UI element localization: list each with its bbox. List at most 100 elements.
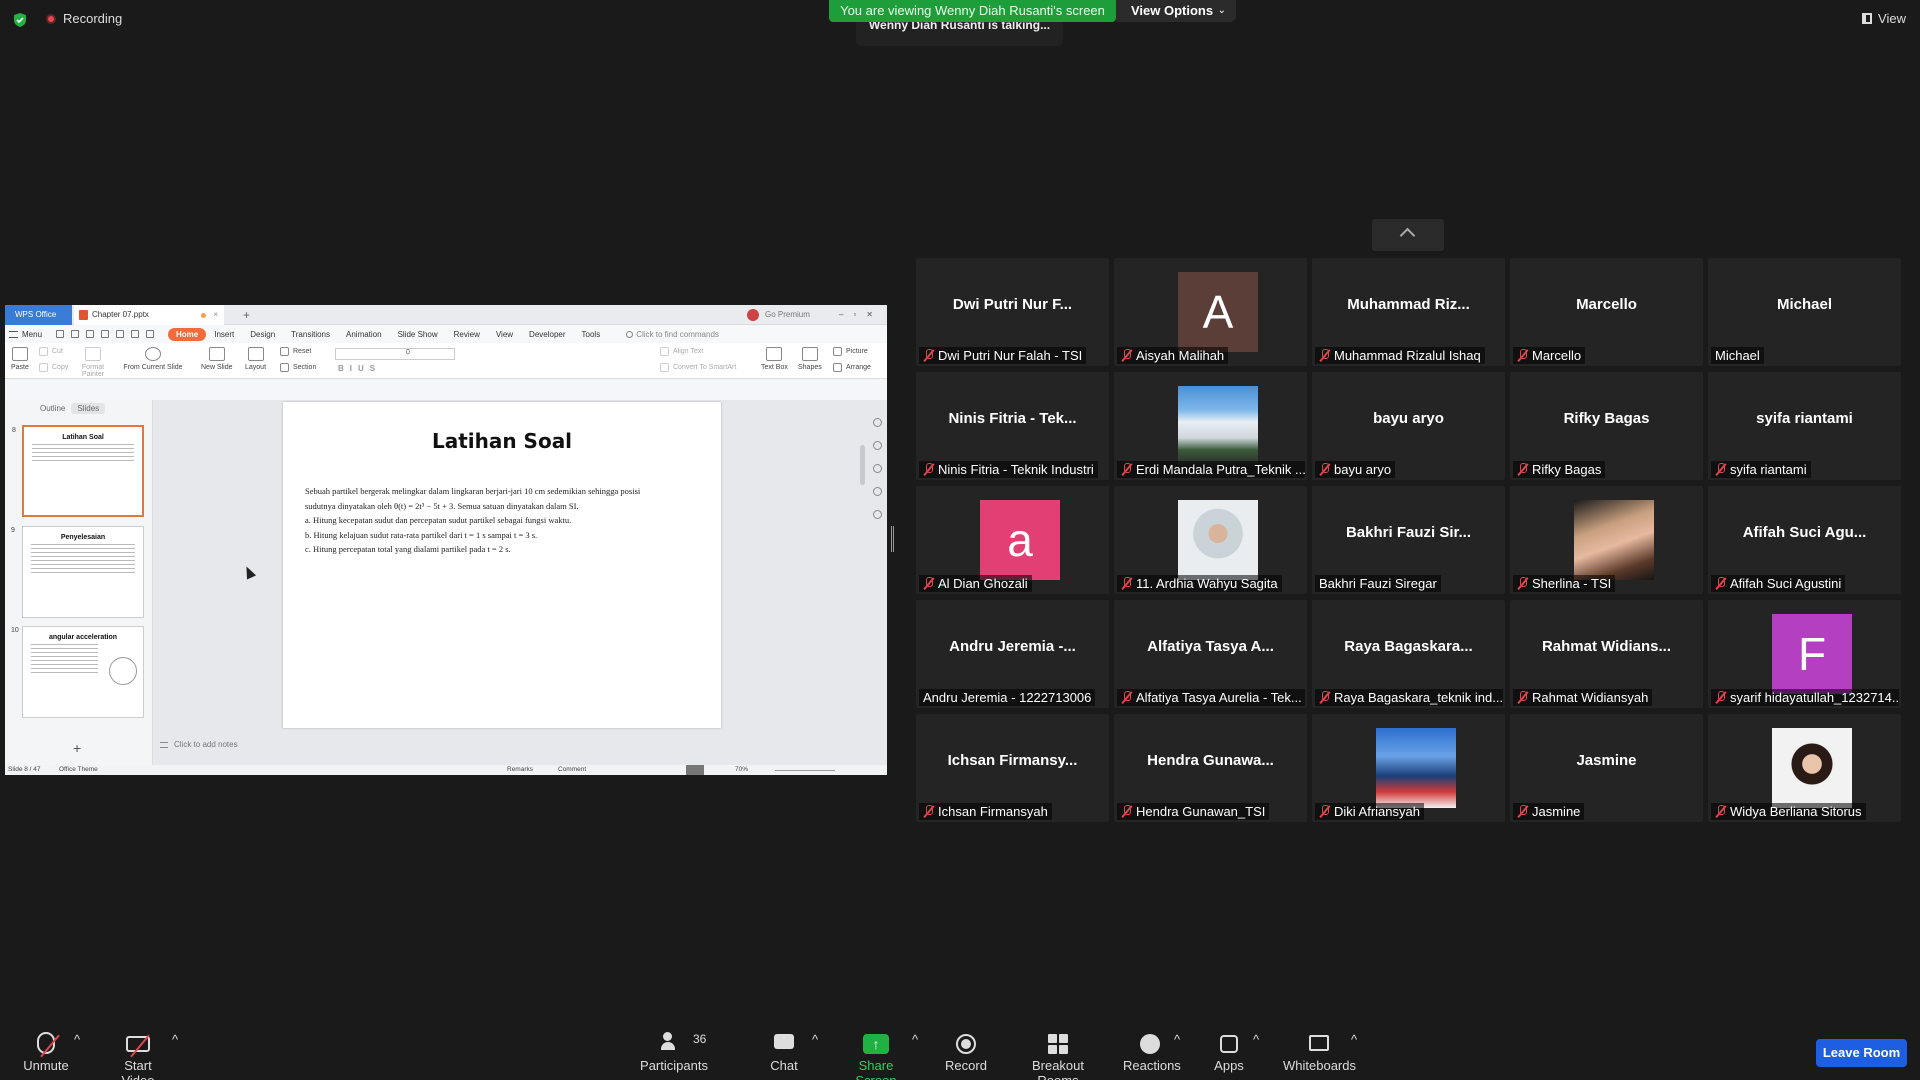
whiteboards-caret-icon[interactable]: ^ [1351,1032,1357,1047]
leave-room-button[interactable]: Leave Room [1816,1039,1907,1067]
tab-transitions[interactable]: Transitions [283,328,338,341]
reactions-caret-icon[interactable]: ^ [1174,1032,1180,1047]
apps-button[interactable]: Apps [1213,1032,1245,1073]
strikethrough-button[interactable]: S [370,364,375,373]
transition-icon[interactable] [872,464,882,473]
cut-button[interactable]: Cut [39,347,63,356]
participant-tile[interactable]: a Al Dian Ghozali [916,486,1109,594]
participant-tile[interactable]: syifa riantami syifa riantami [1708,372,1901,480]
font-size-input[interactable]: 0 [335,348,455,360]
new-slide-button[interactable]: New Slide [201,347,233,371]
go-premium-button[interactable]: Go Premium [765,305,810,325]
bold-button[interactable]: B [338,364,344,373]
slide-thumbnail[interactable]: 10 angular acceleration [11,626,144,718]
user-avatar[interactable] [747,309,759,321]
participant-tile[interactable]: A Aisyah Malihah [1114,258,1307,366]
participant-tile[interactable]: bayu aryo bayu aryo [1312,372,1505,480]
new-tab-button[interactable]: + [243,305,250,325]
participant-tile[interactable]: Ninis Fitria - Tek... Ninis Fitria - Tekn… [916,372,1109,480]
shared-screen[interactable]: WPS Office Chapter 07.pptx × + Go Premiu… [5,305,887,775]
document-tab[interactable]: Chapter 07.pptx × [74,305,224,325]
slide-thumbnail[interactable]: 9 Penyelesaian [11,526,144,618]
close-tab-icon[interactable]: × [213,305,218,325]
participant-tile[interactable]: Jasmine Jasmine [1510,714,1703,822]
reset-button[interactable]: Reset [280,347,311,356]
zoom-slider[interactable] [775,770,835,771]
redo-icon[interactable] [146,330,155,338]
reactions-button[interactable]: Reactions [1123,1032,1181,1073]
slide-thumbnail[interactable]: 8 Latihan Soal [12,425,144,517]
tab-slide-show[interactable]: Slide Show [390,328,446,341]
notes-area[interactable]: Click to add notes [160,740,238,749]
tab-view[interactable]: View [488,328,521,341]
window-controls[interactable]: –▫✕ [839,305,883,325]
tab-animation[interactable]: Animation [338,328,390,341]
participant-tile[interactable]: Rahmat Widians... Rahmat Widiansyah [1510,600,1703,708]
share-screen-button[interactable]: ↑ Share Screen [840,1032,912,1080]
participant-tile[interactable]: Erdi Mandala Putra_Teknik ... [1114,372,1307,480]
slideshow-play-icon[interactable] [686,765,704,775]
find-commands-search[interactable]: Click to find commands [626,330,719,339]
chat-options-caret-icon[interactable]: ^ [812,1032,818,1047]
record-button[interactable]: Record [944,1032,988,1073]
comment-button[interactable]: Comment [558,765,586,775]
split-view-divider[interactable] [891,526,894,552]
section-button[interactable]: Section [280,363,316,372]
align-text-button[interactable]: Align Text [660,347,703,356]
participant-tile[interactable]: Hendra Gunawa... Hendra Gunawan_TSI [1114,714,1307,822]
participant-tile[interactable]: Muhammad Riz... Muhammad Rizalul Ishaq [1312,258,1505,366]
print-icon[interactable] [101,330,110,338]
layout-button[interactable]: Layout [245,347,266,371]
participant-tile[interactable]: Marcello Marcello [1510,258,1703,366]
wps-office-tab[interactable]: WPS Office [5,305,72,325]
recording-indicator[interactable]: Recording [46,11,122,26]
tab-slides[interactable]: Slides [71,402,106,414]
participant-tile[interactable]: Rifky Bagas Rifky Bagas [1510,372,1703,480]
zoom-level[interactable]: 70% [735,765,748,775]
share-options-caret-icon[interactable]: ^ [912,1032,918,1047]
view-options-button[interactable]: View Options ⌄ [1116,0,1236,22]
save-icon[interactable] [71,330,80,338]
animation-icon[interactable] [872,441,882,450]
participant-tile[interactable]: Fsyarif hidayatullah_1232714... [1708,600,1901,708]
from-current-slide-button[interactable]: From Current Slide [117,347,189,371]
arrange-button[interactable]: Arrange [833,363,871,372]
participant-tile[interactable]: Diki Afriansyah [1312,714,1505,822]
current-slide[interactable]: Latihan Soal Sebuah partikel bergerak me… [283,402,721,728]
tab-home[interactable]: Home [168,327,207,341]
participant-tile[interactable]: Michael Michael [1708,258,1901,366]
view-button[interactable]: View [1862,11,1906,26]
tab-design[interactable]: Design [242,328,283,341]
shapes-button[interactable]: Shapes [798,347,822,371]
unmute-button[interactable]: Unmute [22,1032,70,1073]
tab-review[interactable]: Review [446,328,488,341]
convert-smartart-button[interactable]: Convert To SmartArt [660,363,736,372]
open-icon[interactable] [56,330,65,338]
italic-button[interactable]: I [350,364,352,373]
participants-button[interactable]: 36 Participants [640,1032,708,1073]
video-options-caret-icon[interactable]: ^ [172,1032,178,1047]
participant-tile[interactable]: Afifah Suci Agu... Afifah Suci Agustini [1708,486,1901,594]
participant-tile[interactable]: Raya Bagaskara... Raya Bagaskara_teknik i… [1312,600,1505,708]
undo-icon[interactable] [131,330,140,338]
audio-options-caret-icon[interactable]: ^ [74,1032,80,1047]
participant-tile[interactable]: Widya Berliana Sitorus [1708,714,1901,822]
chat-button[interactable]: Chat [764,1032,804,1073]
help-icon[interactable] [872,510,882,519]
participant-tile[interactable]: Alfatiya Tasya A... Alfatiya Tasya Aureli… [1114,600,1307,708]
history-icon[interactable] [872,487,882,496]
format-painter-button[interactable]: Format Painter [79,347,107,378]
remarks-button[interactable]: Remarks [507,765,533,775]
tab-insert[interactable]: Insert [206,328,242,341]
underline-button[interactable]: U [358,364,364,373]
participant-tile[interactable]: Bakhri Fauzi Sir... Bakhri Fauzi Siregar [1312,486,1505,594]
whiteboards-button[interactable]: Whiteboards [1283,1032,1356,1073]
tab-developer[interactable]: Developer [521,328,573,341]
copy-button[interactable]: Copy [39,363,68,372]
tab-outline[interactable]: Outline [40,404,65,413]
properties-icon[interactable] [872,418,882,427]
tab-tools[interactable]: Tools [574,328,609,341]
participant-tile[interactable]: Ichsan Firmansy... Ichsan Firmansyah [916,714,1109,822]
picture-button[interactable]: Picture [833,347,868,356]
participant-tile[interactable]: 11. Ardhia Wahyu Sagita [1114,486,1307,594]
